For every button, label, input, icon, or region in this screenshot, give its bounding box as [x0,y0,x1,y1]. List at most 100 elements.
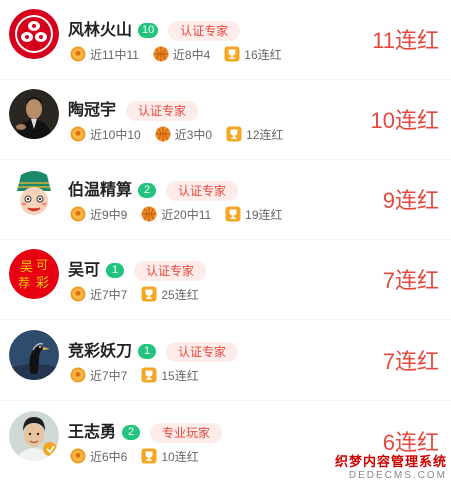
expert-name: 王志勇 [68,424,117,441]
soccer-ball-icon [70,126,86,142]
expert-name-line: 伯温精算 2 认证专家 [68,176,239,201]
streak-count: 10连红 [370,108,439,133]
expert-tag: 认证专家 [134,260,207,281]
stat-soccer: 近7中7 [70,367,127,384]
stat-text: 15连红 [161,368,199,383]
stat-text: 25连红 [161,287,199,302]
stat-text: 近8中4 [172,47,211,62]
expert-name-line: 王志勇 2 专业玩家 [68,418,223,443]
svg-text:荐: 荐 [18,276,30,290]
stat-streak-record: 16连红 [224,46,282,63]
expert-row[interactable]: 吴 可 荐 彩 吴可 1 认证专家 近7中7 25连红 7连红 [0,240,451,320]
expert-stats: 近11中11 近8中4 16连红 [70,45,296,63]
stat-soccer: 近6中6 [70,448,127,465]
person-avatar-image [9,411,59,461]
stat-text: 近7中7 [90,368,128,383]
stat-text: 近20中11 [161,207,212,222]
avatar[interactable] [9,89,59,139]
soccer-ball-icon [70,286,86,302]
stat-soccer: 近9中9 [70,206,127,223]
expert-name: 风林火山 [68,22,133,39]
stat-text: 近11中11 [90,47,139,62]
level-badge: 1 [138,344,157,360]
trophy-cup-icon [225,206,241,222]
expert-name-line: 竞彩妖刀 1 认证专家 [68,337,239,362]
expert-name-line: 风林火山 10 认证专家 [68,16,241,41]
expert-list: 风林火山 10 认证专家 近11中11 近8中4 16连红 11连红 陶冠宇 认… [0,0,451,487]
expert-tag: 专业玩家 [150,422,223,443]
soccer-ball-icon [70,206,86,222]
basketball-icon [153,46,169,62]
watermark: 织梦内容管理系统 DEDECMS.COM [335,451,447,481]
expert-name: 竞彩妖刀 [68,343,133,360]
stat-text: 16连红 [244,47,282,62]
streak-count: 7连红 [382,268,439,293]
avatar[interactable]: 吴 可 荐 彩 [9,249,59,299]
expert-tag: 认证专家 [126,100,199,121]
level-badge: 1 [106,263,125,279]
expert-stats: 近10中10 近3中0 12连红 [70,125,297,143]
stat-text: 19连红 [245,207,283,222]
stat-text: 近9中9 [90,207,128,222]
trophy-cup-icon [141,286,157,302]
expert-row[interactable]: 陶冠宇 认证专家 近10中10 近3中0 12连红 10连红 [0,80,451,160]
cartoon-avatar-image [9,169,59,219]
watermark-line2: DEDECMS.COM [348,470,447,481]
soccer-ball-icon [70,46,86,62]
trophy-cup-icon [224,46,240,62]
basketball-icon [155,126,171,142]
expert-tag: 认证专家 [166,180,239,201]
avatar[interactable] [9,169,59,219]
expert-name: 陶冠宇 [68,102,117,119]
avatar[interactable] [9,9,59,59]
expert-stats: 近7中7 15连红 [70,366,213,384]
expert-row[interactable]: 伯温精算 2 认证专家 近9中9 近20中11 19连红 9连红 [0,160,451,240]
divider [0,319,451,320]
clan-crest-avatar-image [9,9,59,59]
avatar[interactable] [9,330,59,380]
stat-streak-record: 12连红 [226,126,283,143]
stat-soccer: 近10中10 [70,126,141,143]
trophy-cup-icon [141,367,157,383]
stat-text: 近3中0 [174,127,213,142]
expert-row[interactable]: 风林火山 10 认证专家 近11中11 近8中4 16连红 11连红 [0,0,451,80]
expert-name: 伯温精算 [68,182,133,199]
basketball-icon [141,206,157,222]
trophy-cup-icon [226,126,242,142]
divider [0,400,451,401]
expert-name: 吴可 [68,262,101,279]
level-badge: 2 [122,425,141,441]
svg-text:吴: 吴 [20,260,33,275]
watermark-line1: 织梦内容管理系统 [334,454,447,469]
expert-tag: 认证专家 [168,20,241,41]
stat-streak-record: 15连红 [141,367,199,384]
svg-text:彩: 彩 [36,276,49,291]
stat-basketball: 近3中0 [155,126,212,143]
photo-avatar-image [9,89,59,139]
stat-streak-record: 19连红 [225,206,283,223]
expert-name-line: 陶冠宇 认证专家 [68,96,199,121]
expert-stats: 近6中6 10连红 [70,447,213,465]
level-badge: 10 [138,23,159,39]
avatar[interactable] [9,411,59,461]
stat-text: 近10中10 [90,127,141,142]
expert-stats: 近7中7 25连红 [70,285,213,303]
stat-text: 近6中6 [90,449,128,464]
bird-avatar-image [9,330,59,380]
expert-row[interactable]: 竞彩妖刀 1 认证专家 近7中7 15连红 7连红 [0,321,451,401]
stat-text: 近7中7 [90,287,128,302]
stat-basketball: 近20中11 [141,206,211,223]
stat-text: 12连红 [246,127,284,142]
stat-streak-record: 25连红 [141,286,199,303]
expert-tag: 认证专家 [166,341,239,362]
calligraphy-avatar-image: 吴 可 荐 彩 [9,249,59,299]
stat-soccer: 近11中11 [70,46,139,63]
soccer-ball-icon [70,367,86,383]
stat-text: 10连红 [161,449,199,464]
stat-streak-record: 10连红 [141,448,199,465]
expert-stats: 近9中9 近20中11 19连红 [70,205,297,223]
stat-soccer: 近7中7 [70,286,127,303]
expert-name-line: 吴可 1 认证专家 [68,256,207,281]
stat-basketball: 近8中4 [153,46,210,63]
streak-count: 11连红 [372,28,439,53]
